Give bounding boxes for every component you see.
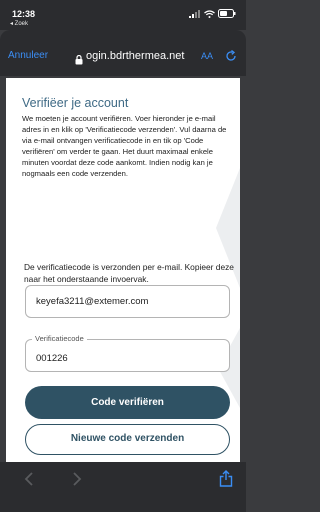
email-field[interactable] [25,285,230,318]
lock-icon [75,52,83,70]
page-title: Verifiëer je account [22,96,129,110]
reload-icon[interactable] [225,49,237,67]
system-icons [189,9,236,18]
text-size-button[interactable]: AA [201,51,213,61]
email-input[interactable] [36,296,221,307]
wifi-icon [204,9,215,18]
code-sent-notice: De verificatiecode is verzonden per e-ma… [24,262,234,284]
status-time: 12:38 [12,9,36,19]
status-bar: 12:38 ◂ Zoek [0,0,246,30]
cancel-button[interactable]: Annuleer [8,50,48,61]
verification-code-field[interactable]: Verificatiecode [25,334,230,372]
resend-code-button[interactable]: Nieuwe code verzenden [25,424,230,455]
intro-text: We moeten je account verifiëren. Voer hi… [22,114,227,178]
verify-code-button[interactable]: Code verifiëren [25,386,230,419]
verification-code-label: Verificatiecode [32,334,87,343]
battery-icon [218,9,236,18]
forward-arrow-icon[interactable] [72,472,82,491]
browser-toolbar [0,462,246,512]
url-domain[interactable]: ogin.bdrthermea.net [86,50,184,62]
share-icon[interactable] [219,470,233,492]
back-to-app-link[interactable]: ◂ Zoek [10,20,28,27]
verification-code-input[interactable] [36,353,221,364]
signal-icon [189,9,201,18]
back-arrow-icon[interactable] [24,472,34,491]
browser-address-bar: Annuleer ogin.bdrthermea.net AA [0,30,246,76]
